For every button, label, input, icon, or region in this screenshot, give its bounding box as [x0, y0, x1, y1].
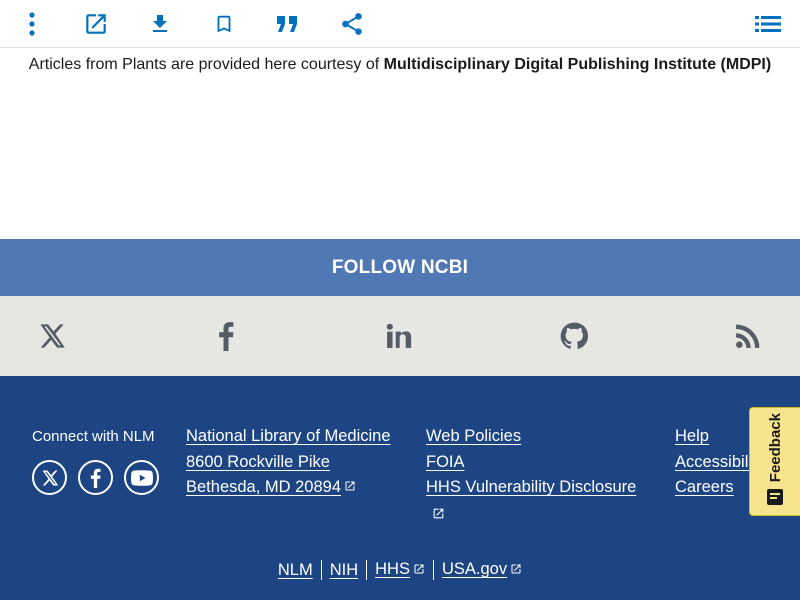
- bookmark-icon[interactable]: [208, 8, 240, 40]
- external-link-icon: [432, 507, 445, 525]
- usa-gov-link[interactable]: USA.gov: [434, 560, 530, 579]
- nlm-city-link[interactable]: Bethesda, MD 20894: [186, 478, 356, 497]
- share-icon[interactable]: [336, 8, 368, 40]
- nih-link[interactable]: NIH: [322, 561, 366, 580]
- site-footer: Connect with NLM National Library of Med…: [0, 376, 800, 600]
- usa-gov-text: USA.gov: [441, 560, 508, 579]
- nlm-city-text: Bethesda, MD 20894: [186, 478, 342, 496]
- facebook-icon[interactable]: [78, 460, 113, 495]
- nlm-address-link[interactable]: National Library of Medicine: [186, 427, 391, 446]
- linkedin-icon[interactable]: [381, 318, 417, 354]
- nlm-street-link[interactable]: 8600 Rockville Pike: [186, 453, 330, 472]
- list-icon[interactable]: [752, 8, 784, 40]
- footer-bottom-links: NLM NIH HHS USA.gov: [0, 560, 800, 580]
- feedback-button[interactable]: Feedback: [749, 407, 800, 516]
- publisher-name: Multidisciplinary Digital Publishing Ins…: [383, 56, 772, 73]
- github-icon[interactable]: [556, 318, 592, 354]
- web-policies-link[interactable]: Web Policies: [426, 427, 521, 446]
- open-external-icon[interactable]: [80, 8, 112, 40]
- x-twitter-icon[interactable]: [34, 318, 70, 354]
- social-links-row: [0, 296, 800, 376]
- x-twitter-icon[interactable]: [32, 460, 67, 495]
- quote-icon[interactable]: [272, 8, 304, 40]
- more-vertical-icon[interactable]: [16, 8, 48, 40]
- article-toolbar: [0, 0, 800, 48]
- help-link[interactable]: Help: [675, 427, 709, 446]
- hhs-link[interactable]: HHS: [367, 560, 433, 579]
- external-link-icon: [413, 561, 425, 580]
- nlm-link[interactable]: NLM: [270, 561, 321, 580]
- foia-link[interactable]: FOIA: [426, 453, 465, 472]
- follow-ncbi-header: FOLLOW NCBI: [0, 239, 800, 296]
- hhs-vulnerability-link[interactable]: HHS Vulnerability Disclosure: [426, 478, 636, 497]
- facebook-icon[interactable]: [208, 318, 244, 354]
- careers-link[interactable]: Careers: [675, 478, 734, 497]
- follow-ncbi-title: FOLLOW NCBI: [331, 256, 469, 278]
- courtesy-prefix: Articles from Plants are provided here c…: [28, 56, 384, 73]
- feedback-icon: [767, 488, 783, 510]
- courtesy-line: Articles from Plants are provided here c…: [0, 55, 800, 75]
- rss-icon[interactable]: [730, 318, 766, 354]
- external-link-icon: [344, 478, 356, 497]
- download-icon[interactable]: [144, 8, 176, 40]
- youtube-icon[interactable]: [124, 460, 159, 495]
- hhs-text: HHS: [375, 560, 410, 579]
- feedback-label: Feedback: [766, 413, 784, 483]
- connect-with-nlm-label: Connect with NLM: [32, 428, 155, 445]
- external-link-icon: [510, 561, 522, 580]
